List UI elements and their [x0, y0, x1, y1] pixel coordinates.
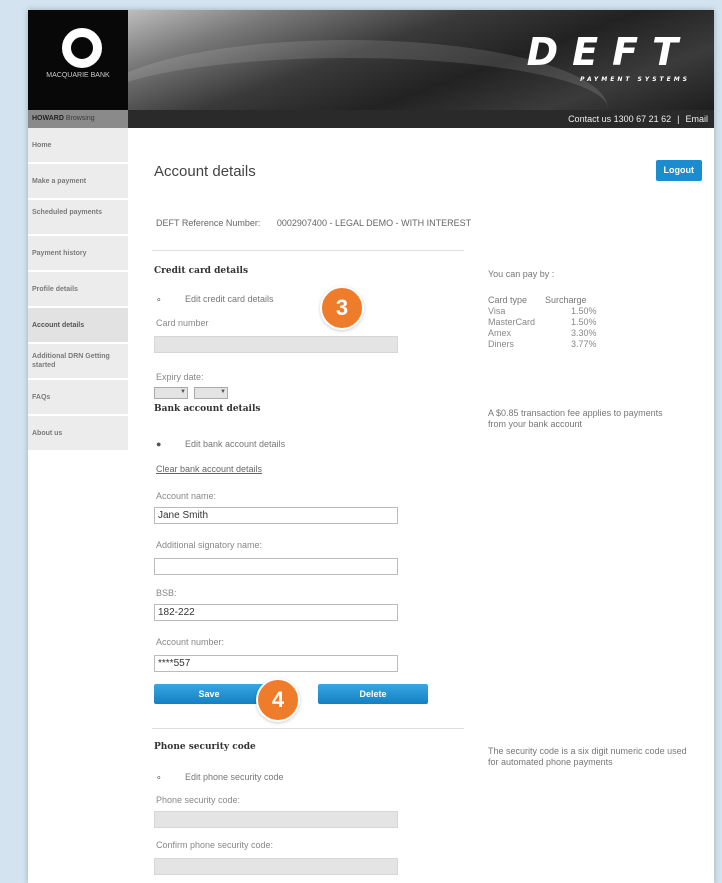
user-status: HOWARD Browsing — [28, 110, 128, 128]
email-link[interactable]: Email — [685, 114, 708, 124]
macquarie-ring-icon — [62, 28, 102, 68]
table-cell: 1.50% — [571, 306, 597, 316]
edit-bank-account-label: Edit bank account details — [185, 439, 286, 449]
card-number-field[interactable] — [154, 336, 398, 353]
sidebar-item-account-details[interactable]: Account details — [28, 308, 128, 342]
table-header: Card type — [488, 295, 528, 305]
credit-card-section-title: Credit card details — [154, 266, 249, 276]
account-name-label: Account name: — [156, 491, 217, 501]
expiry-year-select[interactable]: ▼ — [194, 387, 228, 399]
radio-selected-icon[interactable]: ● — [156, 439, 163, 449]
top-bar: HOWARD Browsing Contact us 1300 67 21 62… — [28, 110, 714, 128]
edit-credit-card-option[interactable]: ∘ Edit credit card details — [156, 294, 274, 305]
sidebar-item-payment-history[interactable]: Payment history — [28, 236, 128, 270]
phone-security-section-title: Phone security code — [154, 742, 256, 752]
phone-code-label: Phone security code: — [156, 795, 241, 805]
deft-logo: DEFT — [526, 30, 692, 74]
confirm-code-label: Confirm phone security code: — [156, 840, 274, 850]
expiry-month-select[interactable]: ▼ — [154, 387, 188, 399]
table-cell: Visa — [488, 306, 506, 316]
radio-unselected-icon[interactable]: ∘ — [156, 772, 163, 783]
pay-by-label: You can pay by : — [488, 269, 555, 279]
confirm-code-field[interactable] — [154, 858, 398, 875]
signatory-name-label: Additional signatory name: — [156, 540, 263, 550]
table-cell: 3.30% — [571, 328, 597, 338]
card-number-label: Card number — [156, 318, 209, 328]
edit-credit-card-label: Edit credit card details — [185, 294, 274, 304]
step-4-callout: 4 — [256, 678, 300, 722]
table-row: Visa 1.50% — [488, 306, 597, 317]
sidebar-item-scheduled-payments[interactable]: Scheduled payments — [28, 200, 128, 234]
table-row: MasterCard 1.50% — [488, 317, 597, 328]
sidebar-nav: Home Make a payment Scheduled payments P… — [28, 128, 128, 508]
bank-account-section-title: Bank account details — [154, 404, 261, 414]
macquarie-logo: MACQUARIE BANK — [28, 10, 128, 110]
reference-number: DEFT Reference Number: 0002907400 - LEGA… — [156, 218, 471, 228]
bsb-input[interactable]: 182-222 — [154, 604, 398, 621]
table-cell: 1.50% — [571, 317, 597, 327]
edit-phone-security-label: Edit phone security code — [185, 772, 284, 782]
table-header-row: Card type Surcharge — [488, 295, 597, 306]
divider — [152, 728, 464, 729]
user-status-text: Browsing — [65, 115, 95, 122]
main-content: Account details Logout DEFT Reference Nu… — [128, 128, 714, 883]
reference-value: 0002907400 - LEGAL DEMO - WITH INTEREST — [276, 218, 472, 228]
account-number-label: Account number: — [156, 637, 225, 647]
signatory-name-input[interactable] — [154, 558, 398, 575]
bank-name: MACQUARIE BANK — [46, 72, 110, 79]
separator: | — [677, 114, 680, 124]
logout-button[interactable]: Logout — [655, 160, 702, 181]
divider — [152, 250, 464, 251]
sidebar-item-additional-drn[interactable]: Additional DRN Getting started — [28, 344, 128, 378]
delete-button[interactable]: Delete — [318, 684, 428, 704]
table-cell: MasterCard — [488, 317, 536, 327]
radio-unselected-icon[interactable]: ∘ — [156, 294, 163, 305]
reference-label: DEFT Reference Number: — [156, 218, 261, 228]
bank-fee-note: A $0.85 transaction fee applies to payme… — [488, 408, 663, 429]
clear-bank-account-link[interactable]: Clear bank account details — [156, 464, 262, 474]
table-cell: 3.77% — [571, 339, 597, 349]
sidebar-item-home[interactable]: Home — [28, 128, 128, 162]
step-3-callout: 3 — [320, 286, 364, 330]
expiry-date-label: Expiry date: — [156, 372, 204, 382]
phone-code-field[interactable] — [154, 811, 398, 828]
table-row: Diners 3.77% — [488, 339, 597, 350]
deft-subtitle: PAYMENT SYSTEMS — [580, 76, 690, 83]
contact-phone: Contact us 1300 67 21 62 — [568, 114, 672, 124]
user-name: HOWARD — [32, 115, 64, 122]
sidebar-item-profile-details[interactable]: Profile details — [28, 272, 128, 306]
table-cell: Diners — [488, 339, 515, 349]
save-button[interactable]: Save — [154, 684, 264, 704]
table-cell: Amex — [488, 328, 512, 338]
browser-page: MACQUARIE BANK DEFT PAYMENT SYSTEMS HOWA… — [28, 10, 714, 883]
security-code-note: The security code is a six digit numeric… — [488, 746, 687, 767]
sidebar-item-about-us[interactable]: About us — [28, 416, 128, 450]
contact-links: Contact us 1300 67 21 62 | Email — [568, 110, 708, 128]
table-header: Surcharge — [545, 295, 587, 305]
edit-bank-account-option[interactable]: ● Edit bank account details — [156, 439, 285, 449]
account-name-input[interactable]: Jane Smith — [154, 507, 398, 524]
bsb-label: BSB: — [156, 588, 177, 598]
chevron-down-icon: ▼ — [220, 389, 226, 395]
sidebar-item-make-payment[interactable]: Make a payment — [28, 164, 128, 198]
surcharge-table: Card type Surcharge Visa 1.50% MasterCar… — [488, 295, 597, 350]
chevron-down-icon: ▼ — [180, 389, 186, 395]
table-row: Amex 3.30% — [488, 328, 597, 339]
edit-phone-security-option[interactable]: ∘ Edit phone security code — [156, 772, 284, 783]
account-number-input[interactable]: ****557 — [154, 655, 398, 672]
page-title: Account details — [154, 163, 256, 180]
sidebar-item-faqs[interactable]: FAQs — [28, 380, 128, 414]
header-banner: DEFT PAYMENT SYSTEMS — [128, 10, 714, 110]
